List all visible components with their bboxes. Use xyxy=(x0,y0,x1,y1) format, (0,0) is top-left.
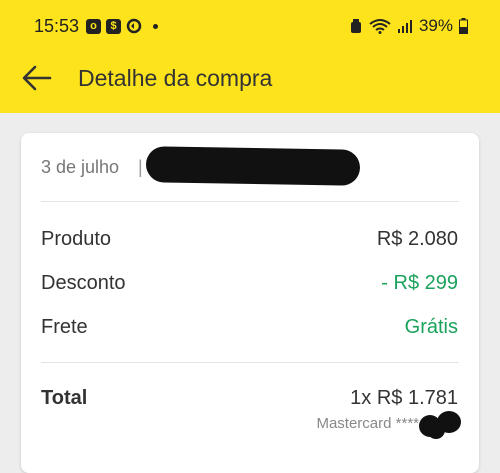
discount-value: - R$ 299 xyxy=(381,272,458,294)
app-bar: Detalhe da compra xyxy=(0,45,500,113)
redacted-card-digits xyxy=(417,409,463,439)
purchase-summary-card: 3 de julho | Produto R$ 2.080 Desconto -… xyxy=(21,133,479,473)
status-bar: 15:53 o $ 39% xyxy=(0,0,500,45)
more-notifications-icon xyxy=(153,23,158,29)
payment-method: Mastercard **** xyxy=(316,415,419,432)
notification-icons: o $ xyxy=(86,18,158,34)
divider xyxy=(41,362,459,363)
system-icons: 39% xyxy=(349,16,468,36)
discount-label: Desconto xyxy=(41,272,126,294)
dollar-icon: $ xyxy=(106,18,121,34)
total-label: Total xyxy=(41,387,88,409)
total-value: 1x R$ 1.781 xyxy=(350,387,458,409)
battery-percentage: 39% xyxy=(418,16,453,35)
divider xyxy=(41,201,459,202)
purchase-date: 3 de julho xyxy=(41,157,120,177)
outlook-icon: o xyxy=(86,18,101,34)
sync-icon xyxy=(126,18,142,34)
shipping-value: Grátis xyxy=(404,316,458,338)
signal-icon xyxy=(397,20,412,33)
product-label: Produto xyxy=(41,228,112,250)
product-value: R$ 2.080 xyxy=(376,228,458,250)
battery-icon xyxy=(459,18,468,34)
status-time: 15:53 xyxy=(34,16,80,36)
wifi-icon xyxy=(369,19,391,34)
page-title: Detalhe da compra xyxy=(78,65,273,91)
shipping-label: Frete xyxy=(41,316,88,338)
header-separator: | xyxy=(138,157,143,177)
alarm-icon xyxy=(350,19,361,33)
back-arrow-icon[interactable] xyxy=(22,63,52,93)
redacted-order-number xyxy=(145,146,361,186)
